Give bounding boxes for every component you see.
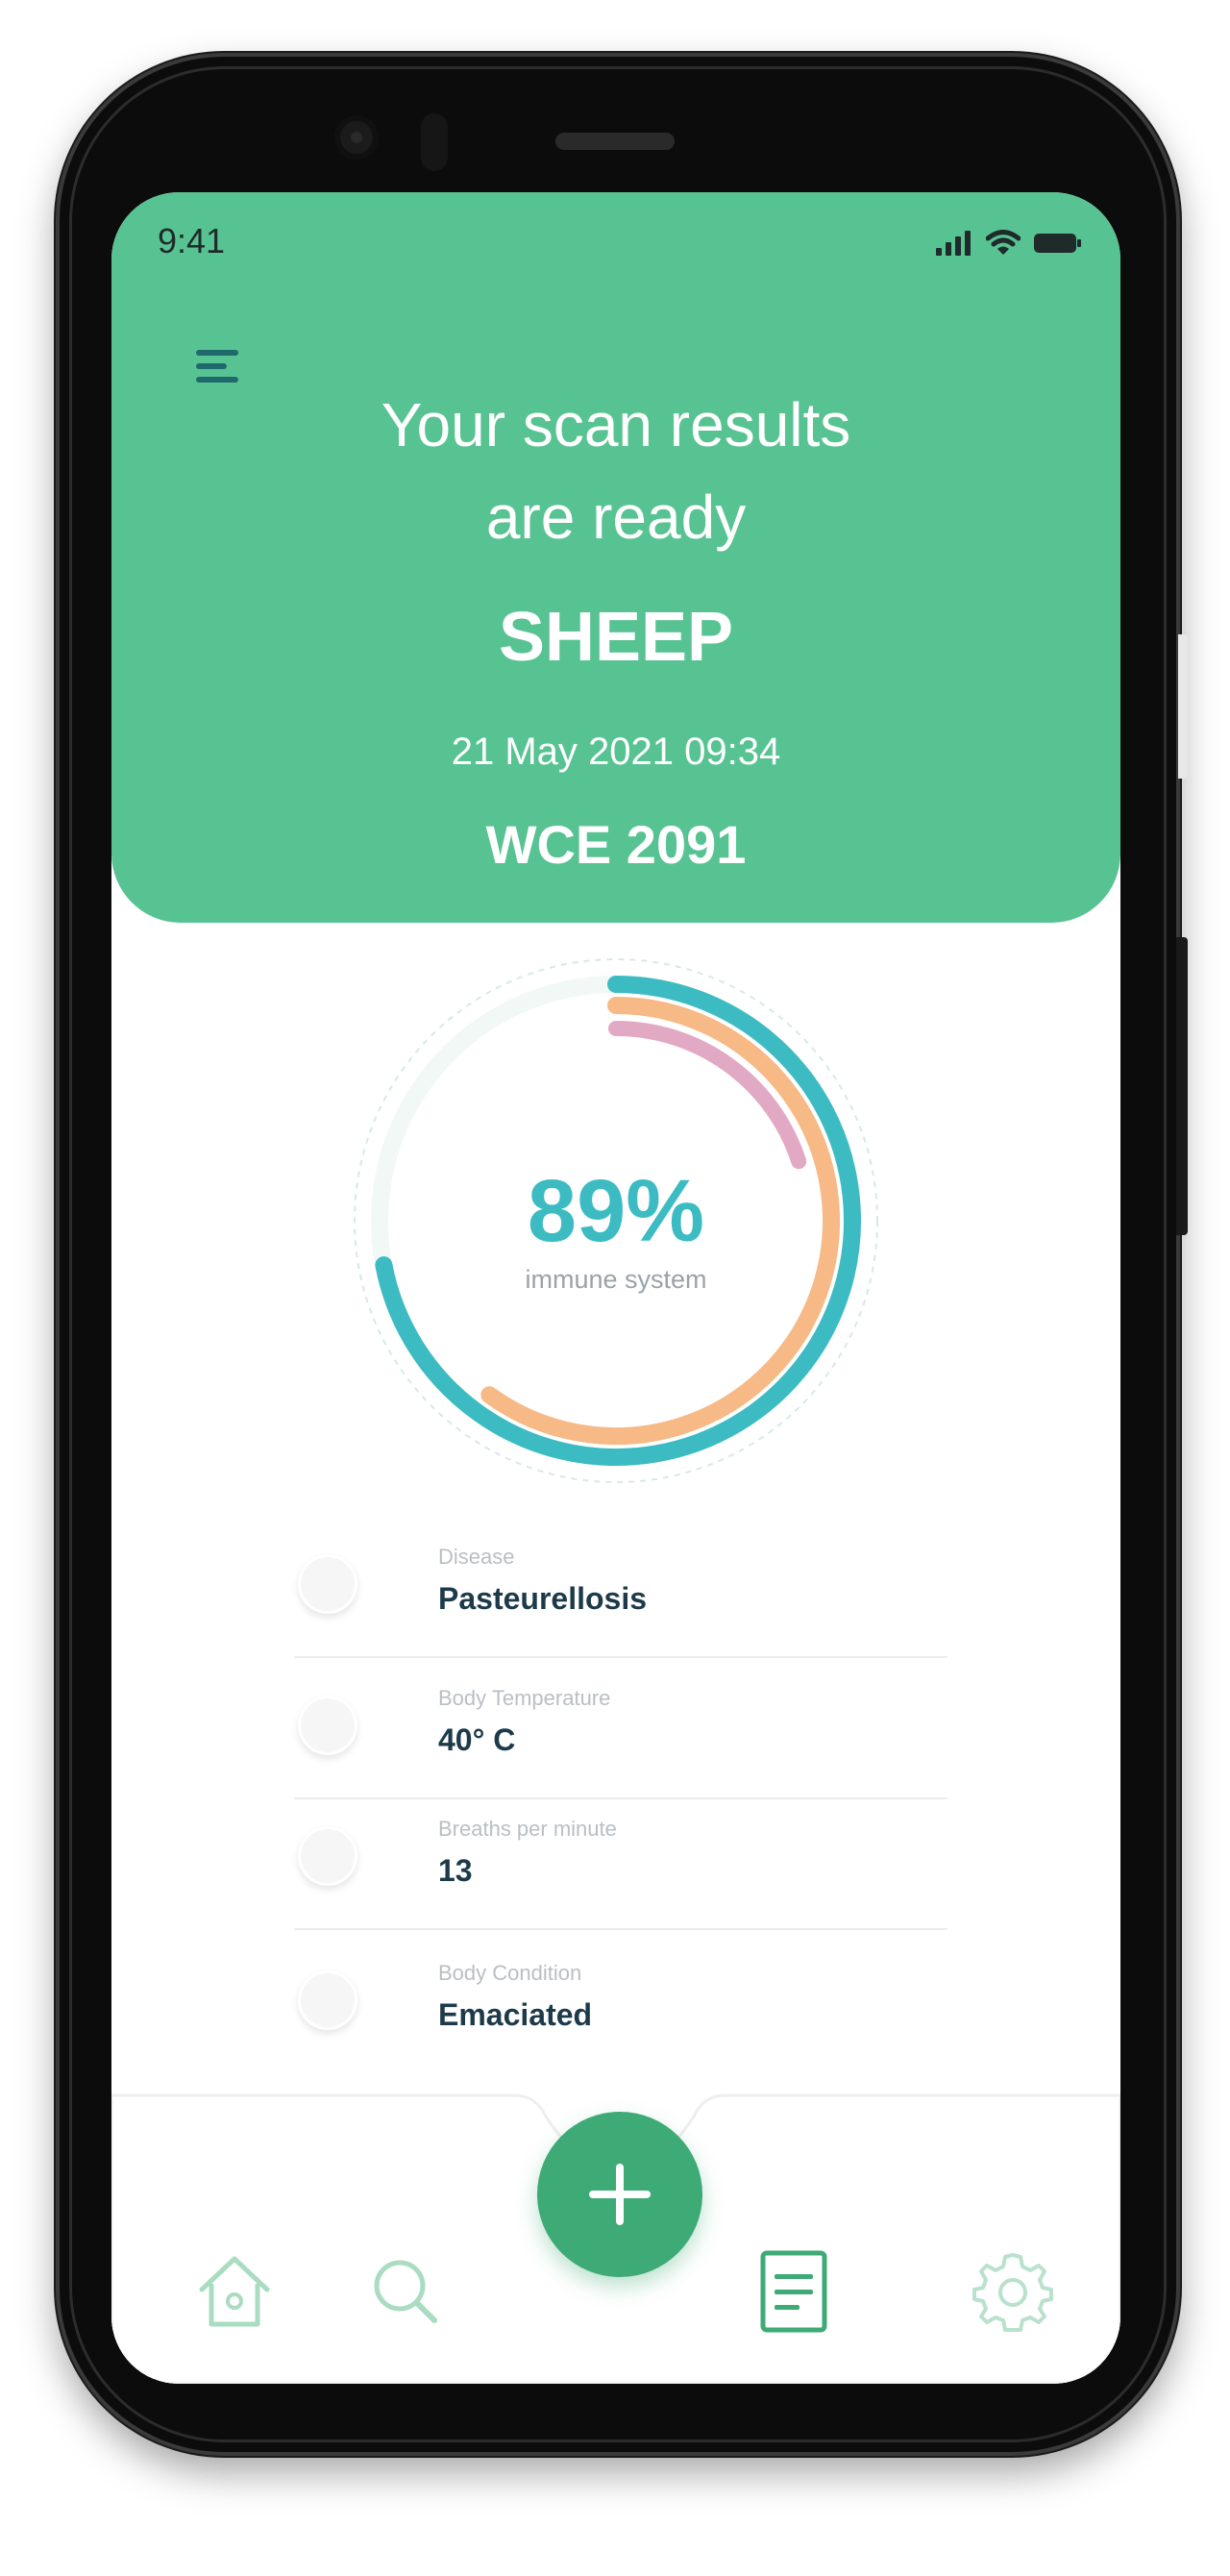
animal-type: SHEEP (498, 599, 734, 676)
nav-search[interactable] (359, 2245, 452, 2338)
immune-label: immune system (525, 1265, 707, 1294)
home-icon (199, 2256, 270, 2327)
detail-label: Body Temperature (438, 1686, 611, 1710)
proximity-sensor (421, 113, 448, 171)
detail-bullet (298, 1826, 357, 1886)
search-icon (374, 2260, 437, 2323)
detail-bullet (298, 1554, 357, 1614)
status-time: 9:41 (158, 221, 226, 260)
detail-value: Emaciated (438, 1997, 593, 2032)
nav-settings[interactable] (967, 2245, 1059, 2338)
immune-gauge: 89% immune system (347, 952, 885, 1490)
battery-icon (1034, 234, 1081, 253)
signal-icon (936, 231, 971, 256)
detail-body-condition: Body Condition Emaciated (294, 1947, 947, 2074)
plus-icon (589, 2164, 651, 2225)
status-icons (936, 229, 1082, 258)
detail-value: 13 (438, 1853, 473, 1888)
settings-icon (972, 2253, 1053, 2332)
detail-value: Pasteurellosis (438, 1581, 647, 1616)
divider (294, 1656, 947, 1658)
app-screen: 9:41 Your scan results are ready SHEEP 2… (111, 192, 1120, 2384)
detail-label: Body Condition (438, 1961, 582, 1985)
detail-bullet (298, 1970, 357, 2030)
title-line-1: Your scan results (381, 390, 851, 459)
detail-value: 40° C (438, 1722, 516, 1757)
animal-tag-id: WCE 2091 (485, 814, 747, 875)
detail-bullet (298, 1696, 357, 1755)
wifi-icon (986, 230, 1021, 255)
detail-body-temperature: Body Temperature 40° C (294, 1672, 947, 1799)
earpiece-speaker (555, 133, 675, 150)
nav-reports[interactable] (748, 2245, 840, 2338)
divider (294, 1928, 947, 1930)
results-header: 9:41 Your scan results are ready SHEEP 2… (111, 192, 1120, 923)
detail-breaths-per-minute: Breaths per minute 13 (294, 1803, 947, 1930)
volume-button (1178, 634, 1188, 779)
detail-label: Disease (438, 1545, 515, 1569)
scan-date: 21 May 2021 09:34 (451, 731, 781, 773)
nav-home[interactable] (188, 2245, 281, 2338)
immune-percentage: 89% (527, 1162, 705, 1260)
front-camera (334, 115, 379, 160)
title-line-2: are ready (485, 483, 747, 552)
add-scan-button[interactable] (537, 2112, 702, 2277)
detail-label: Breaths per minute (438, 1817, 617, 1841)
page-title: Your scan results are ready (111, 379, 1120, 563)
document-icon (760, 2250, 827, 2333)
power-button (1176, 937, 1188, 1235)
divider (294, 1797, 947, 1799)
detail-disease: Disease Pasteurellosis (294, 1531, 947, 1658)
